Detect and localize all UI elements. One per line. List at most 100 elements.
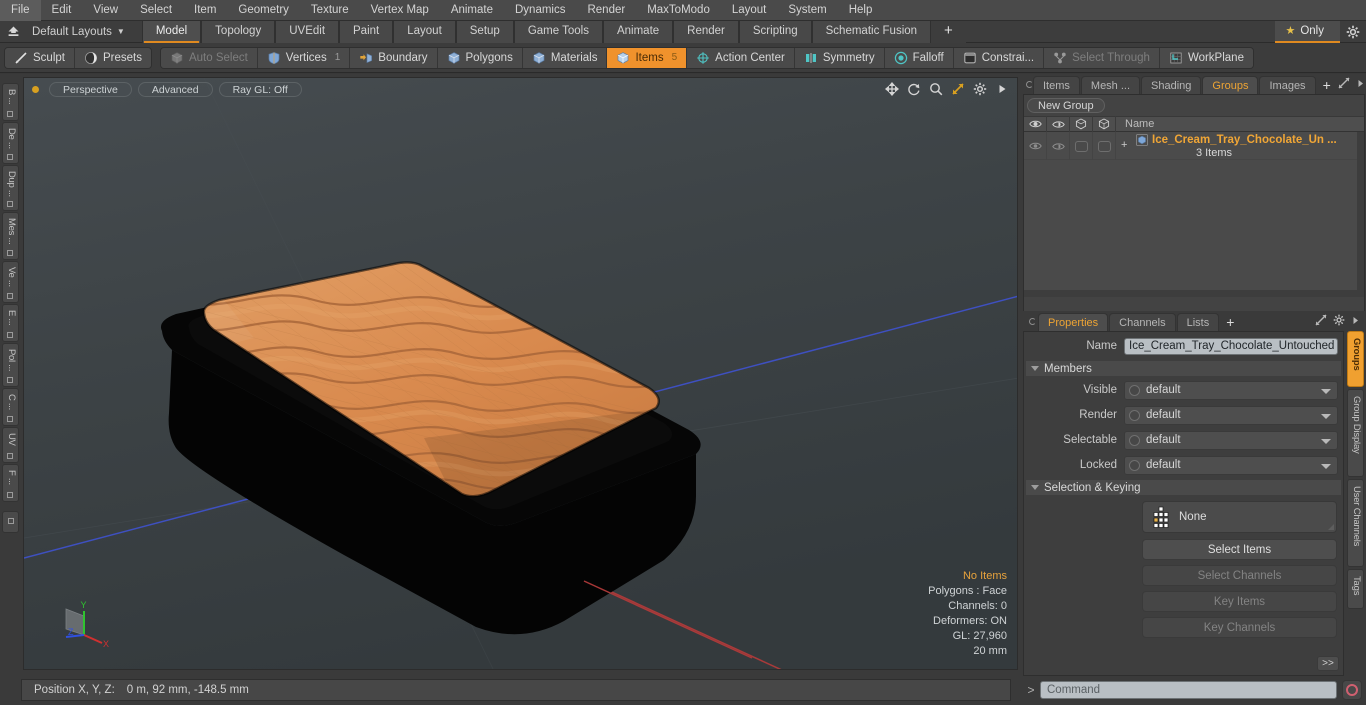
menu-item-file[interactable]: File	[0, 0, 41, 21]
layout-tab-setup[interactable]: Setup	[455, 20, 514, 43]
menu-item-item[interactable]: Item	[183, 0, 227, 21]
select-items-button[interactable]: Select Items	[1142, 539, 1337, 560]
menu-item-geometry[interactable]: Geometry	[227, 0, 300, 21]
layout-tab-paint[interactable]: Paint	[339, 20, 394, 43]
panel-tab-mesh[interactable]: Mesh ...	[1080, 76, 1141, 94]
new-group-button[interactable]: New Group	[1027, 98, 1105, 113]
only-toggle-button[interactable]: ★ Only	[1275, 20, 1340, 43]
menu-item-texture[interactable]: Texture	[300, 0, 360, 21]
zoom-icon[interactable]	[928, 81, 943, 96]
visible-override-toggle[interactable]	[1129, 384, 1140, 396]
panel-tab-shading[interactable]: Shading	[1141, 76, 1202, 94]
workplane-button[interactable]: WorkPlane	[1159, 47, 1253, 68]
left-rail-tab-5[interactable]: E ...	[2, 304, 19, 342]
layout-tab-uvedit[interactable]: UVEdit	[275, 20, 340, 43]
left-rail-tab-6[interactable]: Pol ...	[2, 343, 19, 387]
rotate-icon[interactable]	[906, 81, 921, 96]
left-rail-tab-2[interactable]: Dup ...	[2, 165, 19, 211]
properties-tab-lists[interactable]: Lists	[1176, 313, 1220, 331]
falloff-button[interactable]: Falloff	[884, 47, 954, 68]
vertices-mode-button[interactable]: Vertices 1	[257, 47, 351, 68]
viewport-pill-advanced[interactable]: Advanced	[137, 81, 213, 97]
properties-menu-dot[interactable]	[1026, 311, 1038, 331]
constraint-button[interactable]: Constrai...	[953, 47, 1045, 68]
gear-icon[interactable]	[972, 81, 987, 96]
table-row[interactable]: + Ice_Cream_Tray_Chocolate_Un ... 3 Item…	[1024, 132, 1364, 160]
left-rail-tab-4[interactable]: Ve ...	[2, 261, 19, 303]
perspective-viewport[interactable]: Perspective Advanced Ray GL: Off Y X Z N…	[23, 77, 1018, 670]
selectable-dropdown[interactable]: default	[1124, 430, 1338, 450]
left-rail-tab-extra[interactable]	[2, 511, 19, 533]
viewport-menu-dot[interactable]	[32, 85, 39, 93]
viewport-pill-perspective[interactable]: Perspective	[49, 81, 132, 97]
symmetry-button[interactable]: Symmetry	[794, 47, 885, 68]
left-rail-tab-3[interactable]: Mes ...	[2, 212, 19, 260]
left-rail-tab-7[interactable]: C ...	[2, 388, 19, 426]
menu-item-render[interactable]: Render	[576, 0, 636, 21]
properties-go-button[interactable]: >>	[1317, 656, 1339, 671]
groups-horizontal-scrollbar[interactable]	[1024, 290, 1364, 297]
left-rail-tab-0[interactable]: B ...	[2, 83, 19, 121]
gear-icon[interactable]	[1333, 314, 1345, 329]
menu-item-layout[interactable]: Layout	[721, 0, 778, 21]
side-tab-tags[interactable]: Tags	[1347, 569, 1364, 609]
groups-vertical-scrollbar[interactable]	[1357, 132, 1364, 297]
layout-name-label[interactable]: Default Layouts	[26, 26, 112, 38]
menu-item-maxtomodo[interactable]: MaxToModo	[636, 0, 721, 21]
wire-cube-icon[interactable]	[1093, 116, 1116, 132]
items-mode-button[interactable]: Items 5	[607, 47, 688, 68]
action-center-button[interactable]: Action Center	[687, 47, 795, 68]
eye-icon[interactable]	[1024, 116, 1047, 132]
layout-tab-topology[interactable]: Topology	[201, 20, 276, 43]
layout-tab-schematic-fusion[interactable]: Schematic Fusion	[811, 20, 932, 43]
chevron-down-icon[interactable]: ▼	[117, 27, 125, 36]
layout-tab-scripting[interactable]: Scripting	[738, 20, 812, 43]
panel-tab-items[interactable]: Items	[1033, 76, 1080, 94]
fit-icon[interactable]	[950, 81, 965, 96]
layout-tab-animate[interactable]: Animate	[602, 20, 674, 43]
add-layout-tab-button[interactable]: +	[931, 20, 966, 43]
select-channels-button[interactable]: Select Channels	[1142, 565, 1337, 586]
locked-dropdown[interactable]: default	[1124, 455, 1338, 475]
expand-icon[interactable]	[1315, 314, 1327, 329]
select-through-button[interactable]: Select Through	[1044, 47, 1160, 68]
menu-item-select[interactable]: Select	[129, 0, 183, 21]
home-up-icon[interactable]	[0, 21, 26, 43]
layout-tab-model[interactable]: Model	[141, 20, 202, 43]
gear-icon[interactable]	[1340, 21, 1366, 43]
play-icon[interactable]	[994, 81, 1009, 96]
panel-add-tab-button[interactable]: +	[1317, 76, 1337, 94]
materials-mode-button[interactable]: Materials	[522, 47, 608, 68]
menu-item-view[interactable]: View	[82, 0, 129, 21]
left-rail-tab-8[interactable]: UV	[2, 427, 19, 463]
menu-item-vertex-map[interactable]: Vertex Map	[360, 0, 440, 21]
row-eye-icon[interactable]	[1024, 132, 1047, 160]
menu-item-animate[interactable]: Animate	[440, 0, 504, 21]
selectable-override-toggle[interactable]	[1129, 434, 1140, 446]
panel-tab-images[interactable]: Images	[1259, 76, 1316, 94]
play-icon[interactable]	[1356, 79, 1365, 91]
key-channels-button[interactable]: Key Channels	[1142, 617, 1337, 638]
viewport-pill-raygl[interactable]: Ray GL: Off	[218, 81, 302, 97]
expand-icon[interactable]	[1338, 77, 1350, 92]
auto-select-button[interactable]: Auto Select	[160, 47, 258, 68]
layout-tab-layout[interactable]: Layout	[393, 20, 456, 43]
selection-set-combo[interactable]: None	[1142, 501, 1337, 533]
play-icon[interactable]	[1351, 316, 1360, 328]
properties-tab-properties[interactable]: Properties	[1038, 313, 1109, 331]
record-circle-icon[interactable]	[1342, 680, 1362, 700]
visible-dropdown[interactable]: default	[1124, 380, 1338, 400]
presets-button[interactable]: Presets	[74, 47, 151, 68]
row-wire-toggle[interactable]	[1093, 132, 1116, 160]
row-render-icon[interactable]	[1047, 132, 1070, 160]
panel-tab-groups[interactable]: Groups	[1202, 76, 1259, 94]
properties-add-tab-button[interactable]: +	[1220, 313, 1240, 331]
name-input[interactable]: Ice_Cream_Tray_Chocolate_Untouched	[1124, 337, 1338, 355]
left-rail-tab-1[interactable]: De ...	[2, 122, 19, 164]
menu-item-system[interactable]: System	[777, 0, 837, 21]
shaded-cube-icon[interactable]	[1070, 116, 1093, 132]
render-override-toggle[interactable]	[1129, 409, 1140, 421]
layout-tab-game-tools[interactable]: Game Tools	[513, 20, 603, 43]
menu-item-dynamics[interactable]: Dynamics	[504, 0, 576, 21]
side-tab-user-channels[interactable]: User Channels	[1347, 479, 1364, 567]
